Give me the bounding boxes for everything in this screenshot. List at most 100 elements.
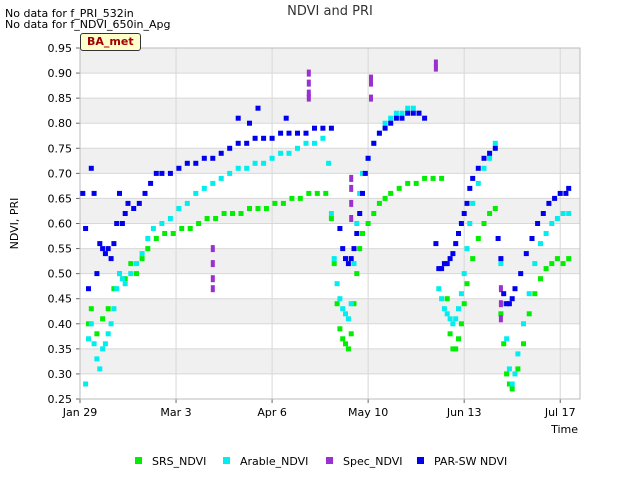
arable-ndvi-point: [184, 200, 190, 206]
arable-ndvi-point: [554, 216, 560, 221]
par-sw-ndvi-point: [255, 105, 261, 111]
par-sw-ndvi-point: [470, 175, 476, 181]
srs-ndvi-point: [221, 211, 227, 216]
y-tick-label: 0.55: [48, 243, 73, 256]
srs-ndvi-point: [88, 306, 94, 312]
srs-ndvi-point: [128, 261, 134, 267]
y-axis-label: NDVI, PRI: [8, 198, 21, 250]
srs-ndvi-point: [345, 346, 351, 352]
arable-ndvi-point: [515, 351, 521, 357]
arable-ndvi-point: [94, 356, 100, 362]
srs-ndvi-point: [549, 261, 555, 267]
par-sw-ndvi-point: [348, 256, 354, 262]
arable-ndvi-point: [348, 301, 354, 307]
arable-ndvi-point: [303, 140, 309, 146]
srs-ndvi-point: [538, 276, 543, 282]
par-sw-ndvi-point: [91, 190, 97, 196]
arable-ndvi-point: [252, 160, 258, 166]
srs-ndvi-point: [532, 291, 538, 297]
arable-ndvi-point: [464, 246, 470, 252]
arable-ndvi-point: [481, 165, 487, 171]
par-sw-ndvi-point: [410, 110, 416, 116]
srs-ndvi-point: [371, 211, 377, 216]
site-badge: BA_met: [80, 33, 141, 51]
legend-arable-ndvi-swatch: [223, 457, 230, 464]
srs-ndvi-point: [255, 206, 261, 211]
arable-ndvi-point: [458, 291, 464, 297]
x-tick-label: Mar 3: [160, 406, 191, 419]
par-sw-ndvi-point: [117, 190, 122, 196]
chart-root: No data for f_PRI_532in No data for f_ND…: [0, 0, 640, 480]
y-tick-label: 0.40: [48, 318, 73, 331]
srs-ndvi-point: [439, 175, 445, 181]
plot-band: [80, 98, 580, 124]
srs-ndvi-point: [162, 231, 168, 236]
arable-ndvi-point: [278, 150, 284, 156]
srs-ndvi-point: [323, 190, 329, 196]
par-sw-ndvi-point: [167, 170, 173, 176]
spec-ndvi-point: [306, 94, 311, 102]
srs-ndvi-point: [280, 200, 286, 206]
arable-ndvi-point: [487, 155, 493, 161]
par-sw-ndvi-point: [354, 231, 360, 236]
arable-ndvi-point: [337, 296, 343, 302]
par-sw-ndvi-point: [235, 115, 241, 121]
arable-ndvi-point: [128, 271, 134, 277]
arable-ndvi-point: [444, 311, 450, 317]
par-sw-ndvi-point: [405, 110, 411, 116]
srs-ndvi-point: [357, 246, 363, 252]
srs-ndvi-point: [515, 366, 521, 372]
srs-ndvi-point: [100, 316, 106, 322]
arable-ndvi-point: [456, 306, 461, 312]
par-sw-ndvi-point: [357, 211, 363, 216]
srs-ndvi-point: [139, 256, 145, 262]
srs-ndvi-point: [179, 226, 185, 231]
srs-ndvi-point: [263, 206, 269, 211]
arable-ndvi-point: [210, 180, 216, 186]
srs-ndvi-point: [360, 231, 365, 236]
spec-ndvi-point: [210, 275, 215, 283]
y-tick-label: 0.70: [48, 167, 73, 180]
srs-ndvi-point: [521, 341, 526, 347]
x-tick-label: Jun 13: [446, 406, 482, 419]
arable-ndvi-point: [560, 211, 566, 216]
par-sw-ndvi-point: [523, 251, 529, 257]
srs-ndvi-point: [105, 306, 111, 312]
arable-ndvi-point: [388, 115, 394, 121]
par-sw-ndvi-point: [244, 140, 250, 146]
par-sw-ndvi-point: [388, 120, 394, 126]
par-sw-ndvi-point: [563, 190, 569, 196]
par-sw-ndvi-point: [125, 200, 131, 206]
srs-ndvi-point: [444, 296, 450, 302]
srs-ndvi-point: [509, 386, 515, 392]
par-sw-ndvi-point: [464, 200, 470, 206]
spec-ndvi-point: [306, 69, 311, 77]
par-sw-ndvi-point: [131, 206, 137, 211]
arable-ndvi-point: [235, 165, 241, 171]
arable-ndvi-point: [450, 321, 456, 327]
par-sw-ndvi-point: [176, 165, 182, 171]
par-sw-ndvi-point: [382, 125, 388, 131]
arable-ndvi-point: [549, 221, 555, 226]
srs-ndvi-point: [566, 256, 572, 262]
arable-ndvi-point: [312, 140, 317, 146]
par-sw-ndvi-point: [337, 226, 343, 231]
arable-ndvi-point: [119, 276, 125, 282]
srs-ndvi-point: [272, 200, 278, 206]
arable-ndvi-point: [331, 256, 337, 262]
arable-ndvi-point: [382, 120, 388, 126]
arable-ndvi-point: [399, 110, 405, 116]
arable-ndvi-point: [83, 381, 89, 387]
arable-ndvi-point: [334, 281, 340, 287]
par-sw-ndvi-point: [83, 226, 89, 231]
arable-ndvi-point: [244, 165, 250, 171]
spec-ndvi-point: [498, 300, 503, 308]
par-sw-ndvi-point: [97, 241, 103, 247]
arable-ndvi-point: [88, 321, 94, 327]
arable-ndvi-point: [453, 316, 459, 322]
spec-ndvi-point: [369, 79, 373, 87]
par-sw-ndvi-point: [439, 266, 445, 272]
srs-ndvi-point: [196, 221, 202, 226]
srs-ndvi-point: [501, 341, 507, 347]
par-sw-ndvi-point: [303, 130, 309, 136]
